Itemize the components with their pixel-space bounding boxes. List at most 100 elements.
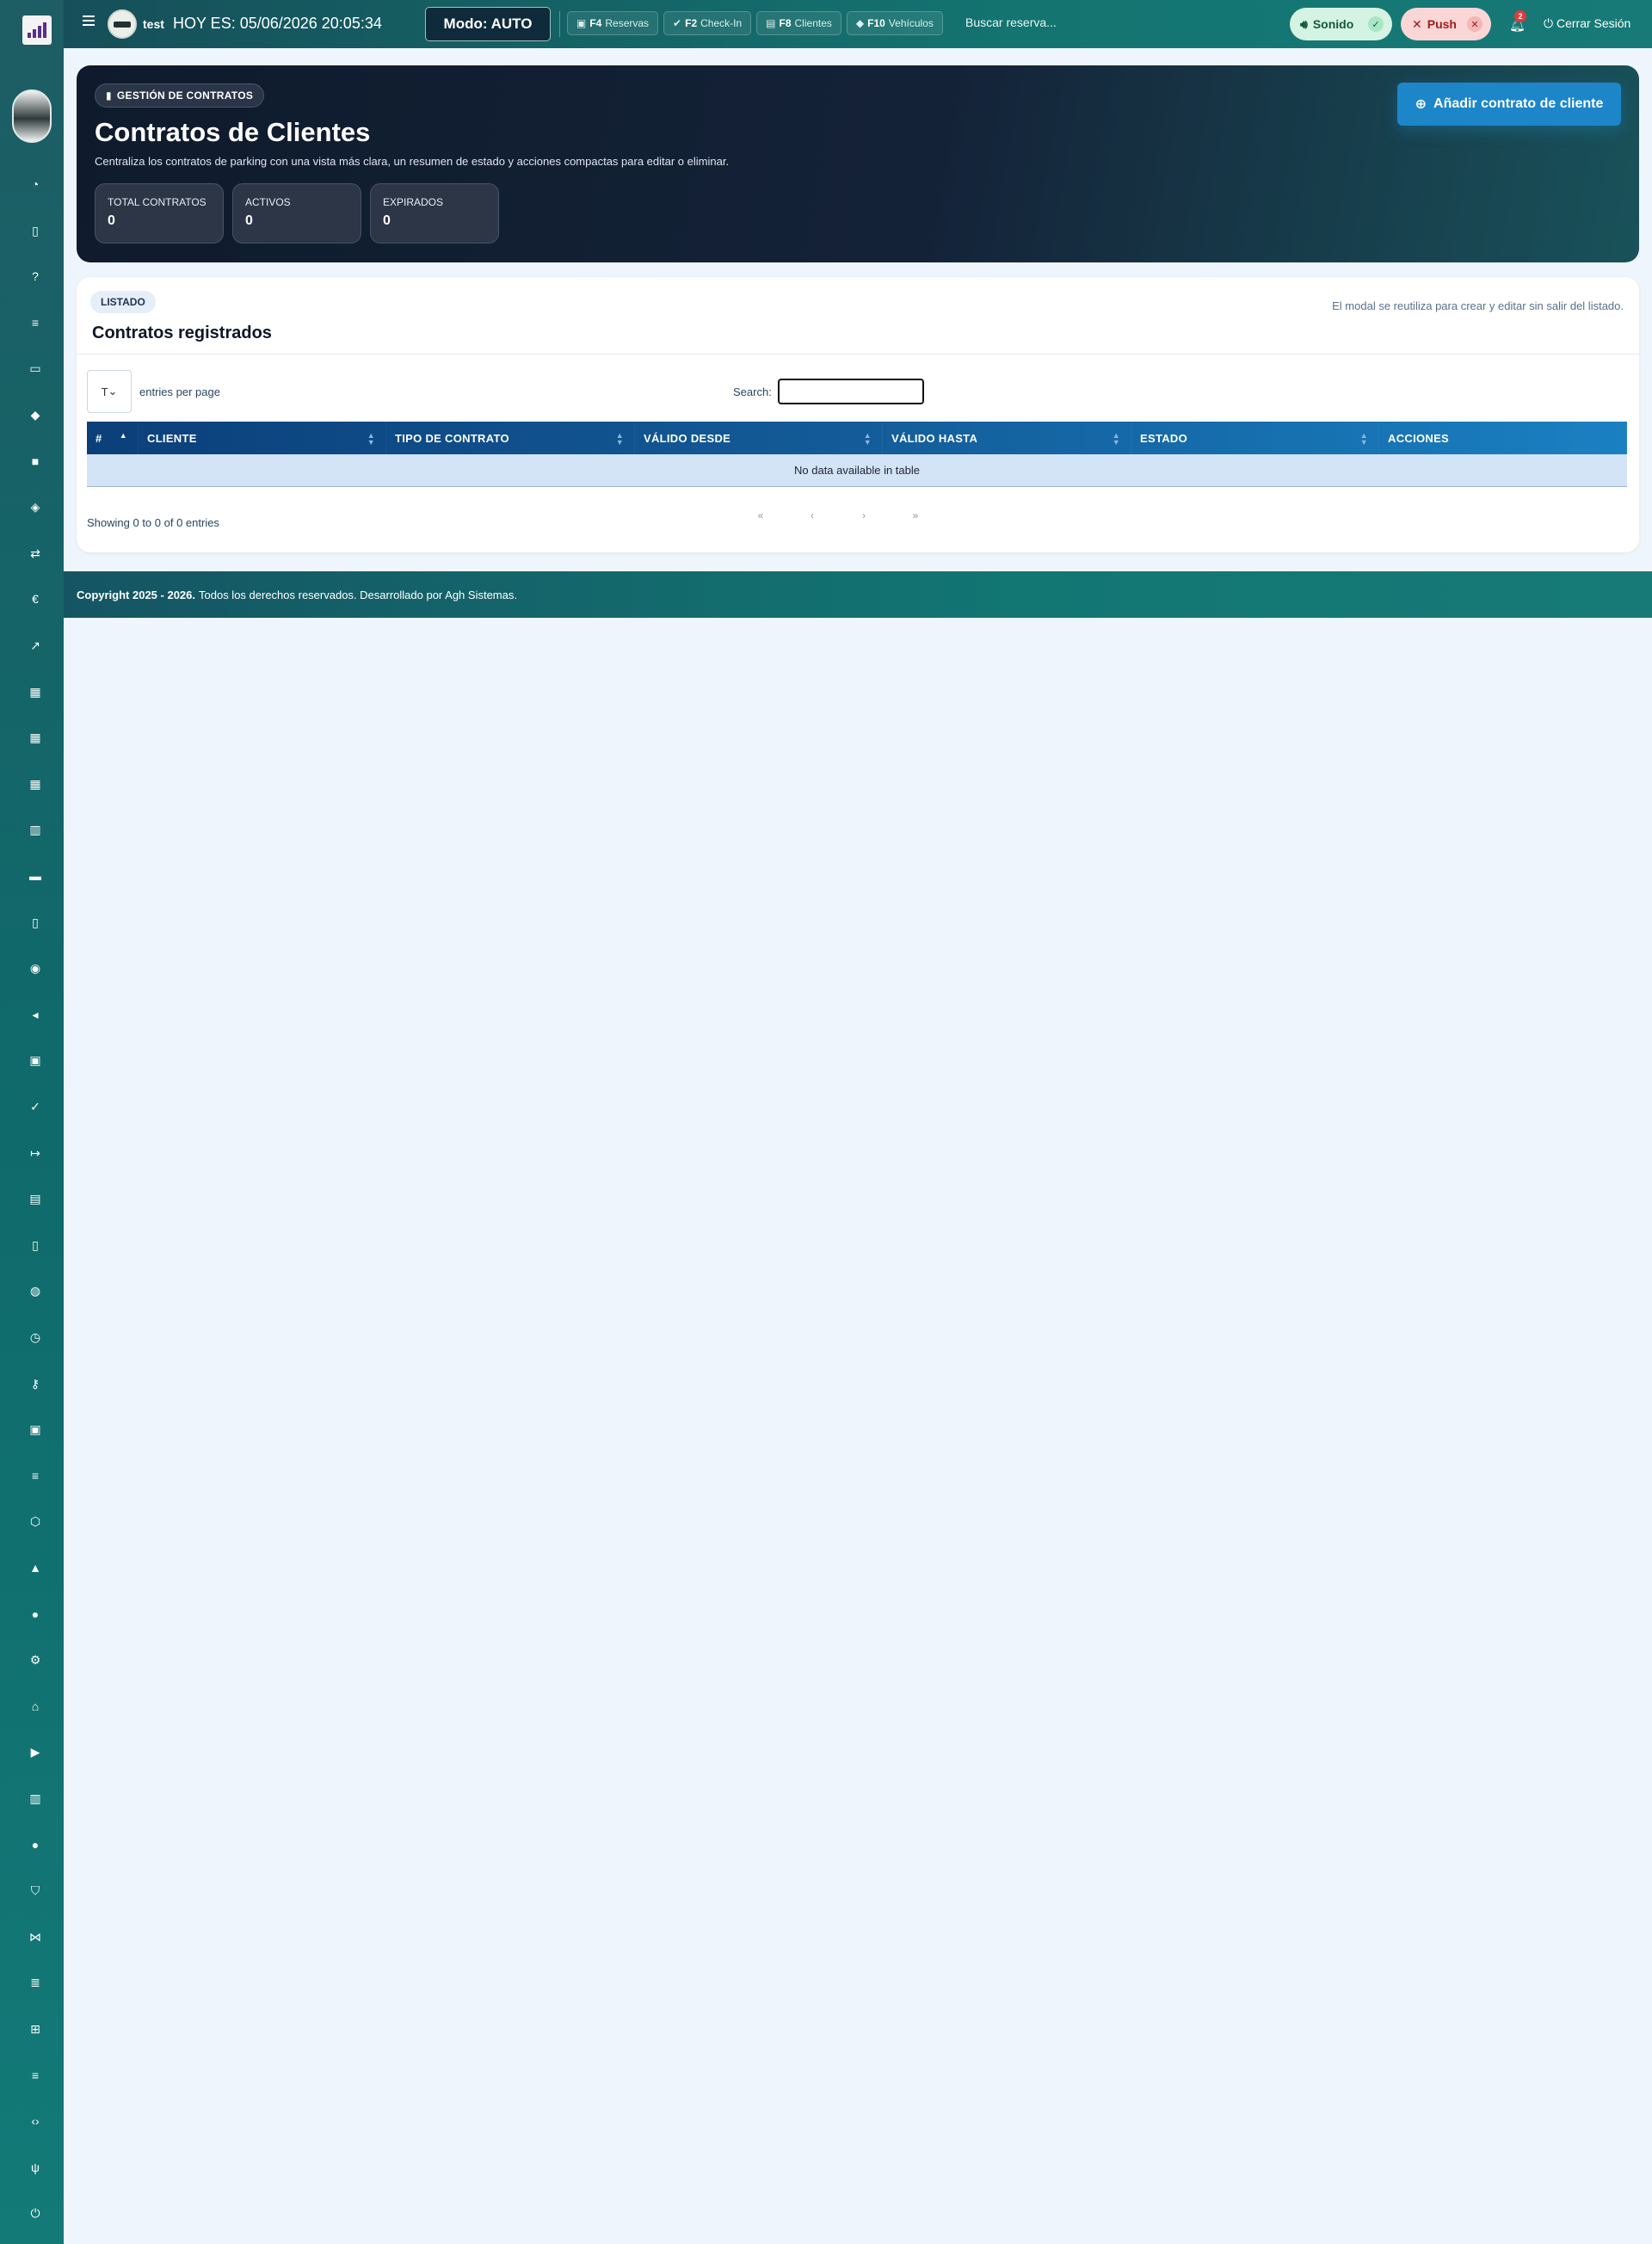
column-header-number[interactable]: # ▲ (87, 422, 139, 454)
book-icon[interactable]: ▥ (28, 1791, 42, 1805)
sort-icon: ▲ ▼ (863, 431, 872, 447)
bell-slash-icon: ✕ (1412, 16, 1422, 31)
sitemap-icon[interactable]: ⊞ (28, 2022, 42, 2036)
document-icon[interactable]: ▯ (28, 915, 42, 929)
clock-icon[interactable]: ◷ (28, 1330, 42, 1344)
shortcut-key: F2 (685, 17, 698, 29)
section-tag: ▮ GESTIÓN DE CONTRATOS (95, 83, 265, 108)
settings-icon[interactable]: ⚙ (28, 1653, 42, 1667)
receipt-icon[interactable]: ▥ (28, 823, 42, 836)
column-header-hasta[interactable]: VÁLIDO HASTA ▲ ▼ (883, 422, 1131, 454)
search-reserva-input[interactable]: Buscar reserva... (965, 15, 1057, 29)
per-page-label: entries per page (139, 385, 220, 398)
add-contract-button[interactable]: ⊕ Añadir contrato de cliente (1397, 83, 1621, 126)
hero-panel: ▮ GESTIÓN DE CONTRATOS Contratos de Clie… (77, 65, 1639, 262)
help-icon[interactable]: ? (28, 269, 42, 283)
shortcut-reservas[interactable]: ▣ F4 Reservas (567, 11, 659, 35)
user-icon[interactable]: ● (28, 1607, 42, 1621)
list-ol-icon[interactable]: ≡ (28, 2068, 42, 2082)
id-card-icon[interactable]: ▭ (28, 361, 42, 375)
user-lock-icon[interactable]: ● (28, 1838, 42, 1852)
app-logo-icon[interactable] (22, 15, 52, 45)
list-ul-icon[interactable]: ≡ (28, 1469, 42, 1483)
layers-icon[interactable]: ◈ (28, 500, 42, 514)
bell-icon[interactable]: ▲ (28, 1561, 42, 1575)
shortcut-vehiculos[interactable]: ◆ F10 Vehículos (846, 11, 943, 35)
stat-expirados: EXPIRADOS 0 (370, 183, 499, 244)
calendar-icon[interactable]: ▦ (28, 685, 42, 699)
parking-icon[interactable]: ▣ (28, 1053, 42, 1067)
column-label: # (96, 431, 102, 445)
file-text-icon[interactable]: ▯ (28, 1238, 42, 1252)
code-icon[interactable]: ‹› (28, 2114, 42, 2128)
company-logo (108, 9, 137, 39)
shortcut-clientes[interactable]: ▤ F8 Clientes (756, 11, 841, 35)
shield-icon[interactable]: ⛉ (28, 1883, 42, 1897)
check-icon[interactable]: ✓ (28, 1100, 42, 1113)
camera-icon[interactable]: ◉ (28, 961, 42, 975)
keys-icon[interactable]: ⚷ (28, 1377, 42, 1390)
contracts-card: LISTADO El modal se reutiliza para crear… (77, 277, 1639, 552)
table-empty-row: No data available in table (87, 454, 1627, 487)
column-header-estado[interactable]: ESTADO ▲ ▼ (1131, 422, 1379, 454)
chevron-down-icon: ⌄ (108, 385, 118, 398)
copyright-bold: Copyright 2025 - 2026. (77, 588, 195, 601)
stat-label: ACTIVOS (245, 196, 291, 208)
first-page-button[interactable]: « (748, 509, 774, 521)
card-icon[interactable]: ▬ (28, 869, 42, 883)
shortcut-label: Check-In (700, 17, 743, 29)
euro-icon[interactable]: € (28, 592, 42, 606)
sound-toggle[interactable]: 🔊︎ Sonido ✓ (1290, 8, 1392, 40)
table-search-input[interactable] (777, 378, 925, 405)
listing-title: Contratos registrados (92, 324, 272, 342)
column-label: VÁLIDO DESDE (644, 431, 731, 445)
garage-icon[interactable]: ⌂ (28, 1699, 42, 1713)
list-icon[interactable]: ≡ (28, 316, 42, 330)
shortcut-checkin[interactable]: ✔ F2 Check-In (663, 11, 752, 35)
column-header-tipo[interactable]: TIPO DE CONTRATO ▲ ▼ (386, 422, 635, 454)
mode-button[interactable]: Modo: AUTO (425, 7, 551, 41)
users-icon[interactable]: ◍ (28, 1284, 42, 1298)
server-icon[interactable]: ≣ (28, 1976, 42, 1989)
footer: Copyright 2025 - 2026. Todos los derecho… (64, 571, 1652, 618)
copyright-text: Todos los derechos reservados. Desarroll… (199, 588, 517, 601)
car-icon[interactable]: ◆ (28, 408, 42, 422)
antenna-icon[interactable]: ψ (28, 2161, 42, 2174)
speaker-icon: 🔊︎ (1300, 16, 1308, 31)
briefcase-icon[interactable]: ▣ (28, 1422, 42, 1436)
calendar-check-icon[interactable]: ▦ (28, 731, 42, 744)
file-icon[interactable]: ▯ (28, 224, 42, 237)
printer-icon[interactable]: ▤ (28, 1192, 42, 1205)
shortcut-key: F8 (779, 17, 792, 29)
prev-page-button[interactable]: ‹ (799, 509, 825, 521)
stat-value: 0 (245, 213, 253, 228)
column-header-acciones: ACCIONES (1379, 422, 1627, 454)
shortcut-group: ▣ F4 Reservas ✔ F2 Check-In ▤ F8 Clientes ◆ F10… (559, 11, 943, 37)
notification-badge: 2 (1514, 10, 1526, 22)
next-page-button[interactable]: › (851, 509, 877, 521)
column-header-cliente[interactable]: CLIENTE ▲ ▼ (139, 422, 386, 454)
push-label: Push (1427, 17, 1457, 31)
video-icon[interactable]: ▶ (28, 1745, 42, 1759)
check-circle-icon: ✔ (673, 17, 682, 29)
calendar-x-icon[interactable]: ▦ (28, 777, 42, 791)
dashboard-icon[interactable]: ◔ (28, 177, 42, 191)
menu-toggle-icon[interactable] (83, 15, 95, 26)
stat-label: EXPIRADOS (383, 196, 444, 208)
avatar[interactable] (12, 89, 52, 143)
network-icon[interactable]: ⋈ (28, 1930, 42, 1944)
sign-out-icon[interactable]: ↦ (28, 1146, 42, 1160)
car-icon: ◆ (855, 17, 865, 29)
push-toggle[interactable]: ✕ Push ✕ (1401, 8, 1491, 40)
cube-icon[interactable]: ⬡ (28, 1514, 42, 1528)
transfer-icon[interactable]: ⇄ (28, 546, 42, 560)
power-icon[interactable]: ⏻ (28, 2206, 42, 2220)
truck-icon[interactable]: ■ (28, 454, 42, 468)
column-header-desde[interactable]: VÁLIDO DESDE ▲ ▼ (635, 422, 883, 454)
chart-icon[interactable]: ↗ (28, 638, 42, 652)
speaker-icon[interactable]: ◂ (28, 1008, 42, 1021)
search-label: Search: (733, 385, 772, 398)
logout-button[interactable]: ⏻ Cerrar Sesión (1544, 16, 1630, 31)
entries-per-page-select[interactable]: T ⌄ (87, 370, 132, 413)
last-page-button[interactable]: » (903, 509, 928, 521)
